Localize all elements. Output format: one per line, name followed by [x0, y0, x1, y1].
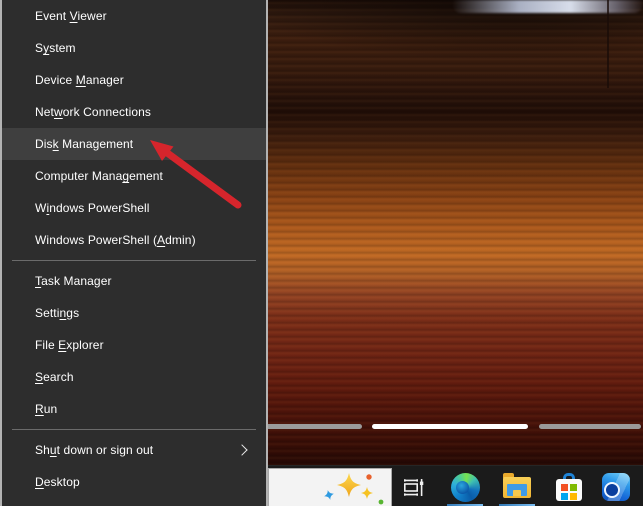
menu-item-label: Windows PowerShell (Admin): [35, 233, 196, 247]
menu-item-system[interactable]: System: [2, 32, 266, 64]
taskbar-button-microsoft-edge[interactable]: [445, 467, 485, 506]
menu-item-label: Network Connections: [35, 105, 151, 119]
menu-item-label: Run: [35, 402, 58, 416]
file-explorer-icon: [503, 472, 531, 498]
menu-item-computer-management[interactable]: Computer Management: [2, 160, 266, 192]
menu-item-label: Computer Management: [35, 169, 163, 183]
menu-item-label: Desktop: [35, 475, 80, 489]
carousel-segment-active: [372, 424, 528, 429]
outlook-icon: [602, 473, 630, 501]
taskbar-button-file-explorer[interactable]: [497, 467, 537, 506]
menu-item-search[interactable]: Search: [2, 361, 266, 393]
menu-separator: [12, 429, 256, 430]
taskbar-button-microsoft-store[interactable]: [549, 467, 589, 506]
menu-item-shut-down-or-sign-out[interactable]: Shut down or sign out: [2, 434, 266, 466]
carousel-segment-inactive: [539, 424, 641, 429]
menu-item-file-explorer[interactable]: File Explorer: [2, 329, 266, 361]
menu-item-label: Disk Management: [35, 137, 134, 151]
menu-item-label: Event Viewer: [35, 9, 107, 23]
menu-item-label: System: [35, 41, 76, 55]
chevron-right-icon: [236, 444, 248, 456]
menu-item-windows-powershell-admin[interactable]: Windows PowerShell (Admin): [2, 224, 266, 256]
menu-item-label: Search: [35, 370, 74, 384]
edge-icon: [450, 472, 480, 502]
menu-item-label: File Explorer: [35, 338, 104, 352]
taskbar-button-outlook[interactable]: [596, 467, 636, 506]
menu-item-task-manager[interactable]: Task Manager: [2, 265, 266, 297]
microsoft-store-icon: [556, 472, 582, 502]
taskbar-button-task-view[interactable]: [393, 467, 433, 506]
menu-item-label: Task Manager: [35, 274, 112, 288]
menu-separator: [12, 260, 256, 261]
carousel-segment-inactive: [266, 424, 362, 429]
menu-item-settings[interactable]: Settings: [2, 297, 266, 329]
winx-menu: Event Viewer System Device Manager Network …: [0, 0, 268, 506]
menu-item-event-viewer[interactable]: Event Viewer: [2, 0, 266, 32]
menu-item-label: Windows PowerShell: [35, 201, 150, 215]
menu-item-label: Shut down or sign out: [35, 443, 154, 457]
menu-item-network-connections[interactable]: Network Connections: [2, 96, 266, 128]
menu-item-device-manager[interactable]: Device Manager: [2, 64, 266, 96]
search-highlights-sparkle-icon: [324, 473, 384, 505]
menu-item-label: Device Manager: [35, 73, 124, 87]
menu-item-label: Settings: [35, 306, 80, 320]
wallpaper-light-streak: [452, 0, 643, 13]
menu-item-run[interactable]: Run: [2, 393, 266, 425]
screen: Event Viewer System Device Manager Network …: [0, 0, 643, 506]
task-view-icon: [403, 478, 423, 496]
wallpaper-mast-line: [607, 0, 609, 88]
menu-item-windows-powershell[interactable]: Windows PowerShell: [2, 192, 266, 224]
menu-item-desktop[interactable]: Desktop: [2, 466, 266, 498]
menu-item-disk-management[interactable]: Disk Management: [2, 128, 266, 160]
taskbar-search-box[interactable]: [268, 468, 392, 506]
